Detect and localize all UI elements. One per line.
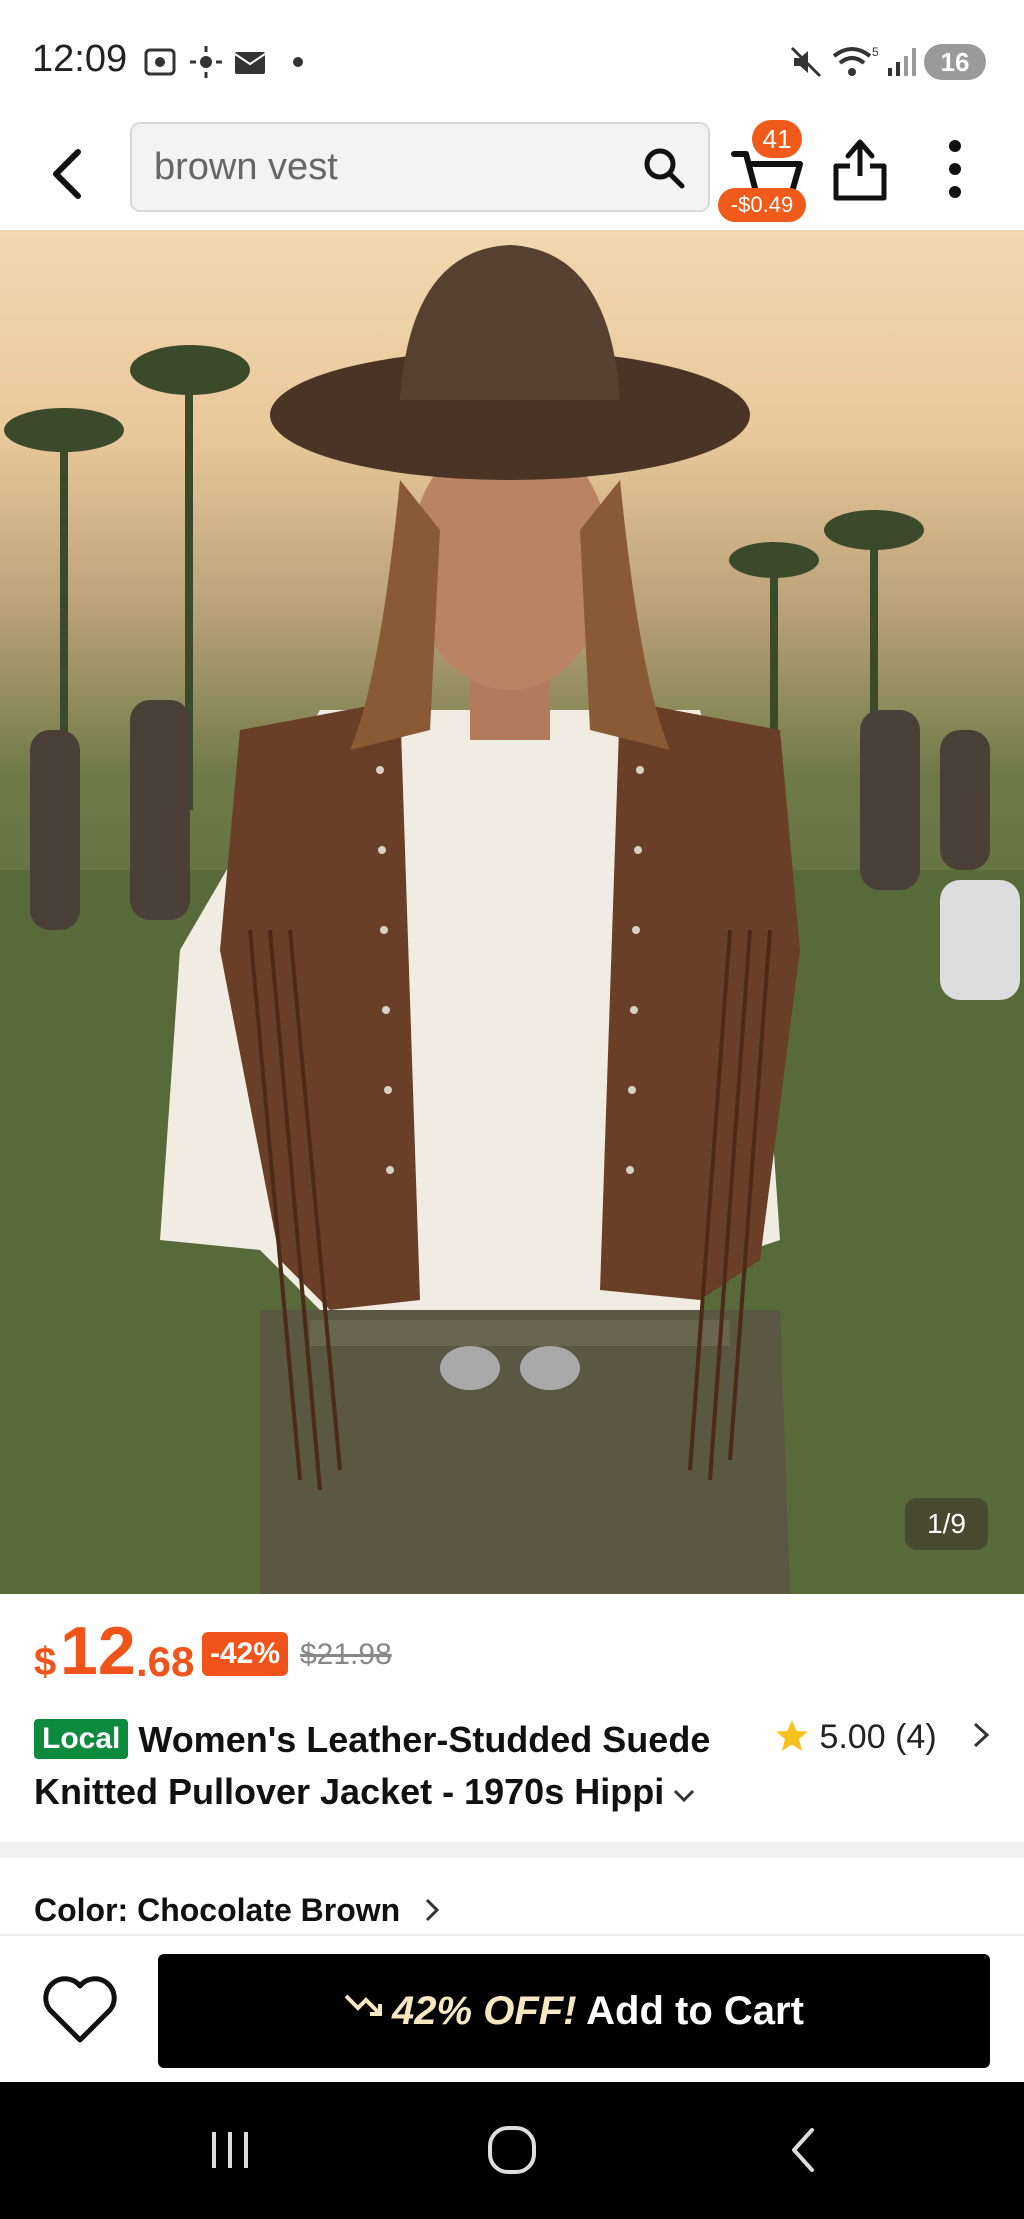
color-selector[interactable]: Color: Chocolate Brown — [34, 1892, 441, 1929]
status-bar: 12:09 5 16 — [0, 0, 1024, 120]
svg-text:5: 5 — [872, 45, 879, 59]
product-photo — [0, 245, 1024, 1594]
signal-icon — [888, 48, 916, 76]
original-price: $21.98 — [300, 1638, 392, 1671]
rating-value: 5.00 — [819, 1718, 886, 1756]
discount-badge: -42% — [202, 1632, 289, 1676]
dot-icon — [293, 57, 303, 67]
wishlist-heart-button[interactable] — [40, 1974, 120, 2046]
star-icon — [776, 1720, 808, 1751]
back-button[interactable] — [40, 144, 100, 204]
price-integer: 12 — [60, 1613, 136, 1689]
more-options-button[interactable] — [940, 136, 970, 202]
battery-indicator: 16 — [924, 44, 986, 80]
recent-apps-button[interactable] — [200, 2120, 260, 2180]
search-header: brown vest 41 -$0.49 — [0, 120, 1024, 230]
product-title-text: Women's Leather-Studded Suede Knitted Pu… — [34, 1719, 711, 1812]
cart-discount-badge: -$0.49 — [718, 188, 806, 222]
product-title: Local Women's Leather-Studded Suede Knitt… — [34, 1714, 754, 1818]
back-nav-button[interactable] — [774, 2120, 834, 2180]
system-nav-bar — [0, 2082, 1024, 2219]
trend-down-icon — [344, 1994, 383, 2016]
share-button[interactable] — [830, 136, 890, 202]
brightness-icon — [190, 46, 222, 78]
add-to-cart-button[interactable]: 42% OFF! Add to Cart — [158, 1954, 990, 2068]
image-counter: 1/9 — [905, 1498, 988, 1550]
mute-icon — [790, 46, 822, 78]
off-label: 42% OFF! — [392, 1989, 577, 2033]
home-button[interactable] — [482, 2120, 542, 2180]
chevron-down-icon[interactable] — [672, 1788, 696, 1804]
add-to-cart-label: Add to Cart — [586, 1989, 804, 2033]
bottom-action-bar: 42% OFF! Add to Cart — [0, 1934, 1024, 2082]
section-divider — [0, 1842, 1024, 1858]
review-count: (4) — [895, 1718, 937, 1756]
search-query: brown vest — [154, 146, 338, 188]
screenshot-icon — [144, 48, 176, 76]
cart-count-badge: 41 — [752, 120, 802, 158]
chevron-right-icon — [426, 1898, 440, 1922]
chevron-right-icon — [974, 1722, 990, 1748]
product-title-area[interactable]: Local Women's Leather-Studded Suede Knitt… — [34, 1714, 754, 1818]
price-currency: $ — [34, 1640, 57, 1684]
product-image[interactable]: 1/9 — [0, 230, 1024, 1594]
color-label: Color: Chocolate Brown — [34, 1892, 401, 1928]
mail-icon — [234, 52, 266, 74]
status-time: 12:09 — [32, 38, 128, 80]
local-tag: Local — [34, 1719, 129, 1759]
wifi-icon: 5 — [832, 45, 879, 76]
search-icon[interactable] — [640, 144, 688, 192]
price-decimal: .68 — [136, 1638, 195, 1685]
rating-summary[interactable]: 5.00 (4) — [774, 1718, 992, 1762]
search-input[interactable]: brown vest — [130, 122, 710, 212]
